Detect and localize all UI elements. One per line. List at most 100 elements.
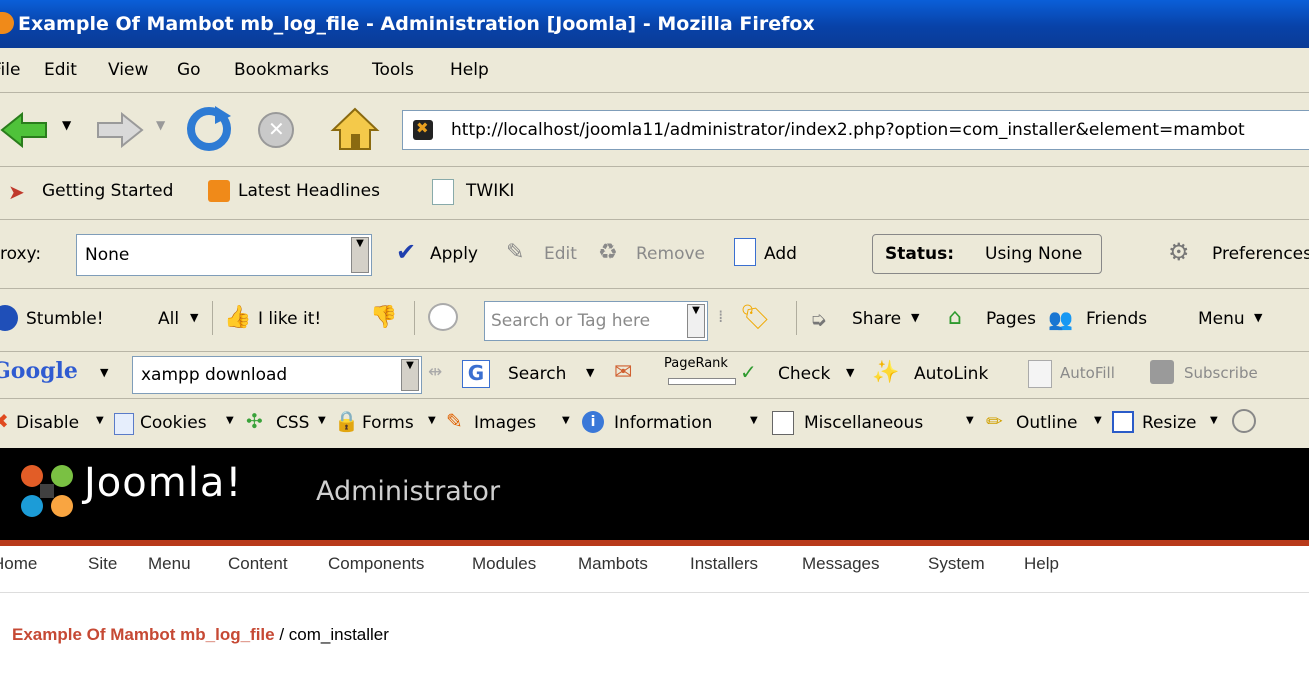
- thumbs-down-icon[interactable]: 👎: [370, 305, 397, 330]
- rss-feed-icon: [208, 180, 230, 202]
- google-autolink-button[interactable]: AutoLink: [914, 364, 988, 384]
- menu-bookmarks[interactable]: Bookmarks: [234, 48, 329, 92]
- page-icon: [432, 179, 454, 205]
- proxy-edit[interactable]: Edit: [544, 244, 577, 264]
- wd-forms[interactable]: Forms: [362, 413, 414, 433]
- reload-icon[interactable]: [185, 106, 233, 152]
- disable-icon: ✖: [0, 409, 9, 433]
- stumble-all-dropdown[interactable]: All: [158, 309, 179, 329]
- dropdown-arrow-icon[interactable]: ▼: [351, 237, 369, 273]
- google-autofill-button[interactable]: AutoFill: [1060, 364, 1115, 382]
- friends-button[interactable]: Friends: [1086, 309, 1147, 329]
- jmenu-home[interactable]: Home: [0, 546, 37, 582]
- like-button[interactable]: I like it!: [258, 309, 321, 329]
- forward-dropdown-icon[interactable]: ▼: [156, 118, 165, 132]
- dropdown-arrow-icon[interactable]: ▼: [226, 415, 234, 426]
- google-subscribe-button[interactable]: Subscribe: [1184, 364, 1258, 382]
- comment-bubble-icon[interactable]: [428, 303, 458, 331]
- wd-miscellaneous[interactable]: Miscellaneous: [804, 413, 923, 433]
- bookmark-twiki[interactable]: TWIKI: [466, 181, 514, 201]
- dropdown-arrow-icon[interactable]: ▼: [687, 304, 705, 338]
- pages-button[interactable]: Pages: [986, 309, 1036, 329]
- joomla-header: Joomla! Administrator: [0, 448, 1309, 546]
- menu-bar: File Edit View Go Bookmarks Tools Help: [0, 48, 1309, 92]
- proxy-select[interactable]: None ▼: [76, 234, 372, 276]
- menu-file[interactable]: File: [0, 48, 20, 92]
- proxy-add[interactable]: Add: [764, 244, 797, 264]
- jmenu-help[interactable]: Help: [1024, 546, 1059, 582]
- menu-help[interactable]: Help: [450, 48, 489, 92]
- jmenu-messages[interactable]: Messages: [802, 546, 879, 582]
- wd-images[interactable]: Images: [474, 413, 536, 433]
- stumble-search-input[interactable]: Search or Tag here ▼: [484, 301, 708, 341]
- menu-go[interactable]: Go: [177, 48, 201, 92]
- dropdown-arrow-icon[interactable]: ▼: [1254, 311, 1262, 324]
- jmenu-installers[interactable]: Installers: [690, 546, 758, 582]
- stop-icon[interactable]: ✕: [258, 112, 294, 148]
- bookmark-getting-started[interactable]: Getting Started: [42, 181, 173, 201]
- home-icon[interactable]: [330, 106, 380, 152]
- dropdown-arrow-icon[interactable]: ▼: [750, 415, 758, 426]
- share-icon: ➭: [810, 307, 827, 331]
- wd-css[interactable]: CSS: [276, 413, 309, 433]
- bookmark-latest-headlines[interactable]: Latest Headlines: [238, 181, 380, 201]
- jmenu-system[interactable]: System: [928, 546, 985, 582]
- dropdown-arrow-icon[interactable]: ▼: [846, 366, 854, 379]
- dropdown-arrow-icon[interactable]: ▼: [1094, 415, 1102, 426]
- wd-resize[interactable]: Resize: [1142, 413, 1196, 433]
- dropdown-arrow-icon[interactable]: ▼: [190, 311, 198, 324]
- forward-arrow-icon[interactable]: [94, 112, 144, 148]
- dropdown-arrow-icon[interactable]: ▼: [96, 415, 104, 426]
- miscellaneous-list-icon: [772, 411, 794, 435]
- wd-disable[interactable]: Disable: [16, 413, 79, 433]
- back-arrow-icon[interactable]: [0, 112, 50, 148]
- menu-view[interactable]: View: [108, 48, 148, 92]
- proxy-preferences[interactable]: Preferences: [1212, 244, 1309, 264]
- dropdown-arrow-icon[interactable]: ▼: [401, 359, 419, 391]
- news-icon[interactable]: ✉: [614, 360, 632, 385]
- proxy-toolbar: Proxy: None ▼ ✔ Apply ✎ Edit ♻ Remove Ad…: [0, 220, 1309, 288]
- forms-lock-icon: 🔒: [334, 409, 359, 433]
- pagerank-label: PageRank: [664, 356, 728, 371]
- menu-edit[interactable]: Edit: [44, 48, 77, 92]
- friends-icon: 👥: [1048, 307, 1073, 331]
- window-title-bar: Example Of Mambot mb_log_file - Administ…: [0, 0, 1309, 48]
- wd-information[interactable]: Information: [614, 413, 712, 433]
- menu-tools[interactable]: Tools: [372, 48, 414, 92]
- proxy-label: Proxy:: [0, 244, 42, 264]
- wd-outline[interactable]: Outline: [1016, 413, 1078, 433]
- dropdown-arrow-icon[interactable]: ▼: [562, 415, 570, 426]
- separator: [414, 301, 415, 335]
- url-bar[interactable]: http://localhost/joomla11/administrator/…: [402, 110, 1309, 150]
- separator: [796, 301, 797, 335]
- jmenu-content[interactable]: Content: [228, 546, 288, 582]
- google-search-button[interactable]: Search: [508, 364, 566, 384]
- jmenu-menu[interactable]: Menu: [148, 546, 191, 582]
- proxy-apply[interactable]: Apply: [430, 244, 478, 264]
- proxy-remove[interactable]: Remove: [636, 244, 705, 264]
- stumble-button[interactable]: Stumble!: [26, 309, 104, 329]
- google-logo[interactable]: Google: [0, 358, 78, 384]
- dropdown-arrow-icon[interactable]: ▼: [966, 415, 974, 426]
- jmenu-mambots[interactable]: Mambots: [578, 546, 648, 582]
- dropdown-arrow-icon[interactable]: ▼: [911, 311, 919, 324]
- stumbleupon-toolbar: Stumble! All ▼ 👍 I like it! 👎 Search or …: [0, 289, 1309, 351]
- jmenu-components[interactable]: Components: [328, 546, 424, 582]
- google-search-input[interactable]: xampp download ▼: [132, 356, 422, 394]
- google-check-button[interactable]: Check: [778, 364, 830, 384]
- jmenu-modules[interactable]: Modules: [472, 546, 536, 582]
- dropdown-arrow-icon[interactable]: ▼: [1210, 415, 1218, 426]
- joomla-logo-icon: [21, 465, 73, 517]
- dropdown-arrow-icon[interactable]: ▼: [100, 366, 108, 379]
- dropdown-arrow-icon[interactable]: ▼: [428, 415, 436, 426]
- menu-button[interactable]: Menu: [1198, 309, 1245, 329]
- dropdown-arrow-icon[interactable]: ▼: [586, 366, 594, 379]
- jmenu-site[interactable]: Site: [88, 546, 117, 582]
- pagerank-bar: [668, 378, 736, 385]
- wd-cookies[interactable]: Cookies: [140, 413, 207, 433]
- dropdown-arrow-icon[interactable]: ▼: [318, 415, 326, 426]
- tag-icon[interactable]: 🏷: [740, 303, 770, 331]
- back-dropdown-icon[interactable]: ▼: [62, 118, 71, 132]
- share-button[interactable]: Share: [852, 309, 901, 329]
- url-text[interactable]: http://localhost/joomla11/administrator/…: [451, 111, 1245, 149]
